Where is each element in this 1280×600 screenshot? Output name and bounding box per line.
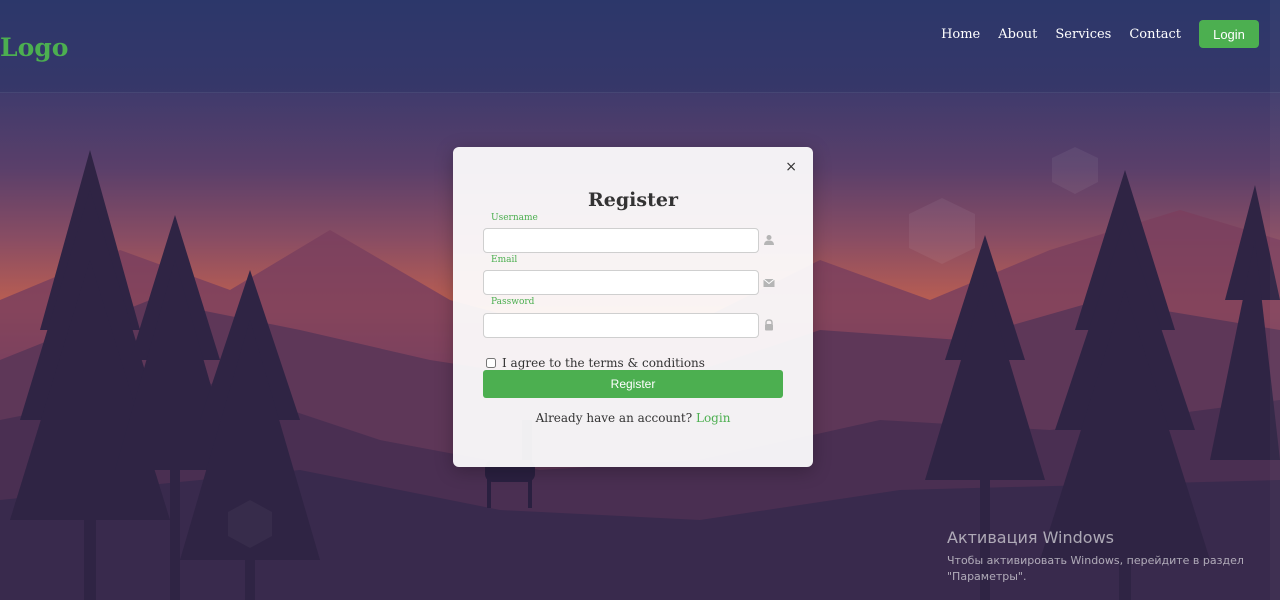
password-label: Password (491, 297, 535, 307)
envelope-icon (763, 278, 775, 287)
terms-row[interactable]: I agree to the terms & conditions (486, 356, 705, 370)
scrollbar[interactable] (1270, 0, 1280, 600)
email-input[interactable] (483, 270, 759, 295)
watermark-line-2: "Параметры". (947, 570, 1027, 583)
email-label: Email (491, 255, 518, 265)
watermark-line-1: Чтобы активировать Windows, перейдите в … (947, 554, 1244, 567)
header-login-button[interactable]: Login (1199, 20, 1259, 48)
nav-about[interactable]: About (998, 27, 1037, 42)
user-icon (764, 235, 774, 245)
terms-checkbox[interactable] (486, 358, 496, 368)
login-prompt-text: Already have an account? (535, 411, 693, 425)
main-nav: Home About Services Contact Login (923, 20, 1259, 48)
register-modal: × Register Username Email Password I agr… (453, 147, 813, 467)
login-link[interactable]: Login (696, 411, 730, 425)
username-input[interactable] (483, 228, 759, 253)
modal-title: Register (588, 189, 678, 211)
username-label: Username (491, 213, 538, 223)
login-prompt: Already have an account? Login (453, 411, 813, 425)
nav-contact[interactable]: Contact (1129, 27, 1181, 42)
terms-label: I agree to the terms & conditions (502, 356, 705, 370)
register-button[interactable]: Register (483, 370, 783, 398)
nav-home[interactable]: Home (941, 27, 980, 42)
lock-icon (765, 319, 773, 331)
nav-services[interactable]: Services (1055, 27, 1111, 42)
logo[interactable]: Logo (0, 33, 68, 62)
close-icon[interactable]: × (785, 159, 797, 175)
site-header: Logo Home About Services Contact Login (0, 0, 1280, 93)
password-input[interactable] (483, 313, 759, 338)
watermark-title: Активация Windows (947, 528, 1114, 547)
windows-activation-watermark: Активация Windows Чтобы активировать Win… (947, 528, 1244, 585)
